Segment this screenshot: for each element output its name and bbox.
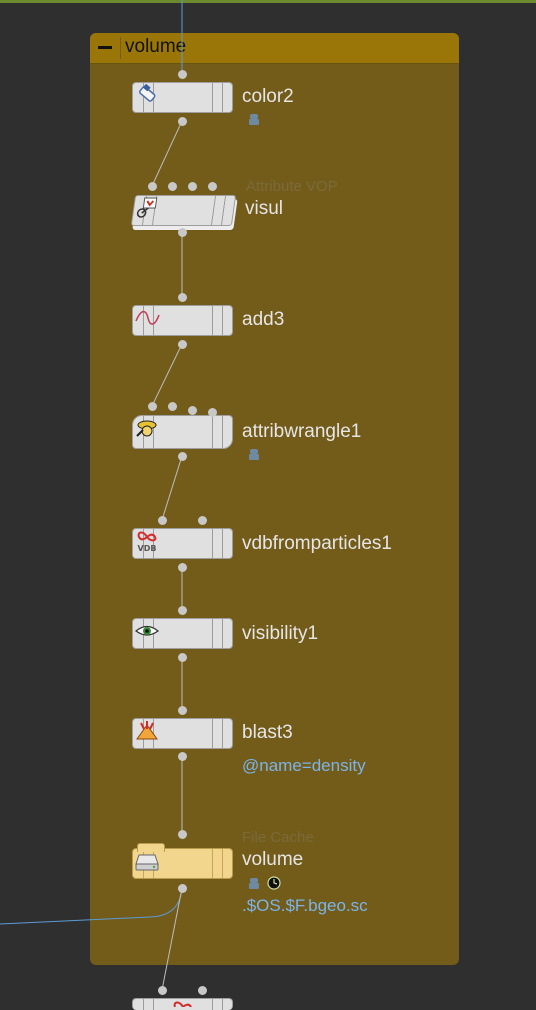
blast3-input-port[interactable]	[178, 706, 187, 715]
next-node-input-port-1[interactable]	[158, 986, 167, 995]
visul-input-port-4[interactable]	[208, 182, 217, 191]
python-lock-icon	[249, 449, 259, 460]
node-vdbfromparticles1[interactable]: VDB	[132, 528, 233, 559]
volume-output-port[interactable]	[178, 884, 187, 893]
node-attribwrangle1[interactable]	[132, 415, 233, 449]
node-partial-below[interactable]	[132, 998, 233, 1010]
node-type-visul: Attribute VOP	[246, 178, 338, 195]
vdbfromparticles1-input-port-2[interactable]	[198, 516, 207, 525]
node-label-vdbfromparticles1: vdbfromparticles1	[242, 533, 392, 554]
attribwrangle1-input-port-3[interactable]	[188, 406, 197, 415]
node-label-blast3: blast3	[242, 722, 293, 743]
visul-input-port-3[interactable]	[188, 182, 197, 191]
visul-output-port[interactable]	[178, 228, 187, 237]
node-label-visul: visul	[245, 198, 284, 219]
vdb-icon-text: VDB	[138, 544, 157, 553]
attribwrangle1-input-port-2[interactable]	[168, 402, 177, 411]
visibility1-output-port[interactable]	[178, 653, 187, 662]
node-label-volume: volume	[242, 849, 304, 870]
python-lock-icon	[249, 878, 259, 889]
add3-output-port[interactable]	[178, 340, 187, 349]
node-label-color2: color2	[242, 86, 294, 107]
node-volume[interactable]	[132, 843, 233, 879]
node-type-volume: File Cache	[242, 829, 314, 846]
node-visul[interactable]	[130, 195, 237, 226]
node-label-visibility1: visibility1	[242, 623, 319, 644]
attribwrangle1-input-port-4[interactable]	[208, 408, 217, 417]
network-box-header[interactable]: volume	[90, 33, 459, 64]
node-info-volume: .$OS.$F.bgeo.sc	[242, 896, 368, 915]
blast3-output-port[interactable]	[178, 752, 187, 761]
visul-input-port-1[interactable]	[148, 182, 157, 191]
clock-icon	[267, 876, 281, 890]
node-color2[interactable]	[132, 82, 233, 113]
vop-icon	[136, 197, 158, 218]
node-label-attribwrangle1: attribwrangle1	[242, 421, 362, 442]
curve-icon	[135, 310, 160, 325]
node-add3[interactable]	[132, 305, 233, 336]
add3-input-port[interactable]	[178, 293, 187, 302]
wrangle-cowboy-icon	[136, 420, 157, 437]
vdbfromparticles1-output-port[interactable]	[178, 563, 187, 572]
node-info-blast3: @name=density	[242, 756, 366, 775]
next-node-input-port-2[interactable]	[198, 986, 207, 995]
network-box-title: volume	[125, 36, 187, 57]
python-lock-icon	[249, 114, 259, 125]
collapse-icon[interactable]	[98, 41, 112, 55]
visibility1-input-port[interactable]	[178, 606, 187, 615]
vdbfromparticles1-input-port-1[interactable]	[158, 516, 167, 525]
color2-output-port[interactable]	[178, 117, 187, 126]
paint-tube-icon	[139, 83, 156, 102]
drive-icon	[135, 854, 159, 871]
header-divider	[120, 37, 121, 59]
attribwrangle1-input-port-1[interactable]	[148, 402, 157, 411]
blast-icon	[136, 721, 158, 740]
volume-input-port[interactable]	[178, 830, 187, 839]
node-label-add3: add3	[242, 309, 285, 330]
eye-icon	[135, 625, 159, 636]
network-box[interactable]: volume	[90, 33, 459, 965]
attribwrangle1-output-port[interactable]	[178, 452, 187, 461]
node-visibility1[interactable]	[132, 618, 233, 649]
visul-input-port-2[interactable]	[168, 182, 177, 191]
vdb-icon: VDB	[138, 531, 157, 553]
color2-input-port[interactable]	[178, 70, 187, 79]
network-top-edge	[0, 0, 536, 3]
node-blast3[interactable]	[132, 718, 233, 749]
vdb-icon	[173, 1001, 192, 1007]
